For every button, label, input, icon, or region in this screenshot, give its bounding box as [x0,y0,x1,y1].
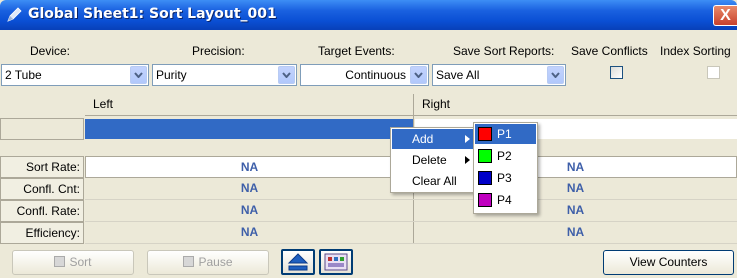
p3-color-swatch [478,171,492,185]
pause-square-icon [183,256,195,267]
chevron-down-icon[interactable] [278,66,295,84]
confl-rate-right: NA [414,200,737,222]
submenu-item-p3-label: P3 [497,171,512,185]
view-counters-button[interactable]: View Counters [603,250,734,275]
tray-button[interactable] [319,249,353,275]
window-title: Global Sheet1: Sort Layout_001 [28,6,277,22]
submenu-item-p3[interactable]: P3 [475,168,536,188]
close-button[interactable]: X [713,5,737,26]
precision-value: Purity [156,68,187,82]
submenu-item-p2-label: P2 [497,149,512,163]
sort-button[interactable]: Sort [12,250,134,275]
p1-color-swatch [478,127,492,141]
left-gate-slot-selected[interactable] [85,119,413,139]
p2-color-swatch [478,149,492,163]
efficiency-label: Efficiency: [0,222,84,244]
chevron-down-icon[interactable] [130,66,147,84]
p4-color-swatch [478,193,492,207]
index-sorting-label: Index Sorting [660,44,731,58]
confl-cnt-left: NA [85,178,414,200]
confl-rate-left: NA [85,200,414,222]
efficiency-left: NA [85,222,414,244]
confl-cnt-label: Confl. Cnt: [0,178,84,200]
sort-rate-label: Sort Rate: [0,156,84,178]
sort-button-label: Sort [69,255,92,269]
confl-rate-label: Confl. Rate: [0,200,84,222]
tray-icon [324,253,348,271]
pause-button-label: Pause [198,255,233,269]
save-sort-reports-select[interactable]: Save All [432,64,566,86]
device-select[interactable]: 2 Tube [1,64,149,86]
context-menu: Add Delete Clear All [390,127,476,193]
right-column-header: Right [414,94,737,116]
chevron-down-icon[interactable] [410,66,427,84]
submenu-item-p4[interactable]: P4 [475,190,536,210]
left-header-label: Left [93,97,114,111]
sort-rate-left: NA [85,156,414,178]
pause-button[interactable]: Pause [147,250,269,275]
device-value: 2 Tube [5,68,42,82]
target-events-select[interactable]: Continuous [300,64,429,86]
chevron-down-icon[interactable] [547,66,564,84]
submenu-item-p1-label: P1 [497,127,512,141]
eject-icon [287,253,309,271]
precision-select[interactable]: Purity [152,64,297,86]
precision-label: Precision: [192,44,245,58]
efficiency-right: NA [414,222,737,244]
device-label: Device: [30,44,71,58]
menu-item-clear-all[interactable]: Clear All [392,171,474,191]
save-conflicts-checkbox[interactable] [610,66,623,79]
title-bar[interactable]: Global Sheet1: Sort Layout_001 X [0,0,737,30]
menu-item-clear-all-label: Clear All [412,174,457,188]
right-header-label: Right [422,97,451,111]
save-conflicts-label: Save Conflicts [571,44,648,58]
gate-row-label [0,118,84,140]
submenu-item-p1[interactable]: P1 [475,124,536,144]
sort-square-icon [54,256,66,267]
close-icon: X [720,7,731,24]
view-counters-label: View Counters [629,255,708,269]
sort-layout-window: Global Sheet1: Sort Layout_001 X Device:… [0,0,737,278]
target-events-label: Target Events: [318,44,395,58]
eject-button[interactable] [281,249,315,275]
menu-item-delete[interactable]: Delete [392,150,474,170]
left-column-header: Left [85,94,414,116]
save-sort-reports-value: Save All [436,68,480,82]
add-submenu: P1 P2 P3 P4 [473,122,538,214]
chevron-right-icon [465,135,470,143]
chevron-right-icon [465,156,470,164]
menu-item-add[interactable]: Add [392,129,474,149]
target-events-value: Continuous [345,68,406,82]
menu-item-add-label: Add [412,132,434,146]
index-sorting-checkbox[interactable] [707,66,720,79]
menu-item-delete-label: Delete [412,153,447,167]
submenu-item-p4-label: P4 [497,193,512,207]
submenu-item-p2[interactable]: P2 [475,146,536,166]
pencil-icon [6,7,22,23]
save-sort-reports-label: Save Sort Reports: [453,44,555,58]
